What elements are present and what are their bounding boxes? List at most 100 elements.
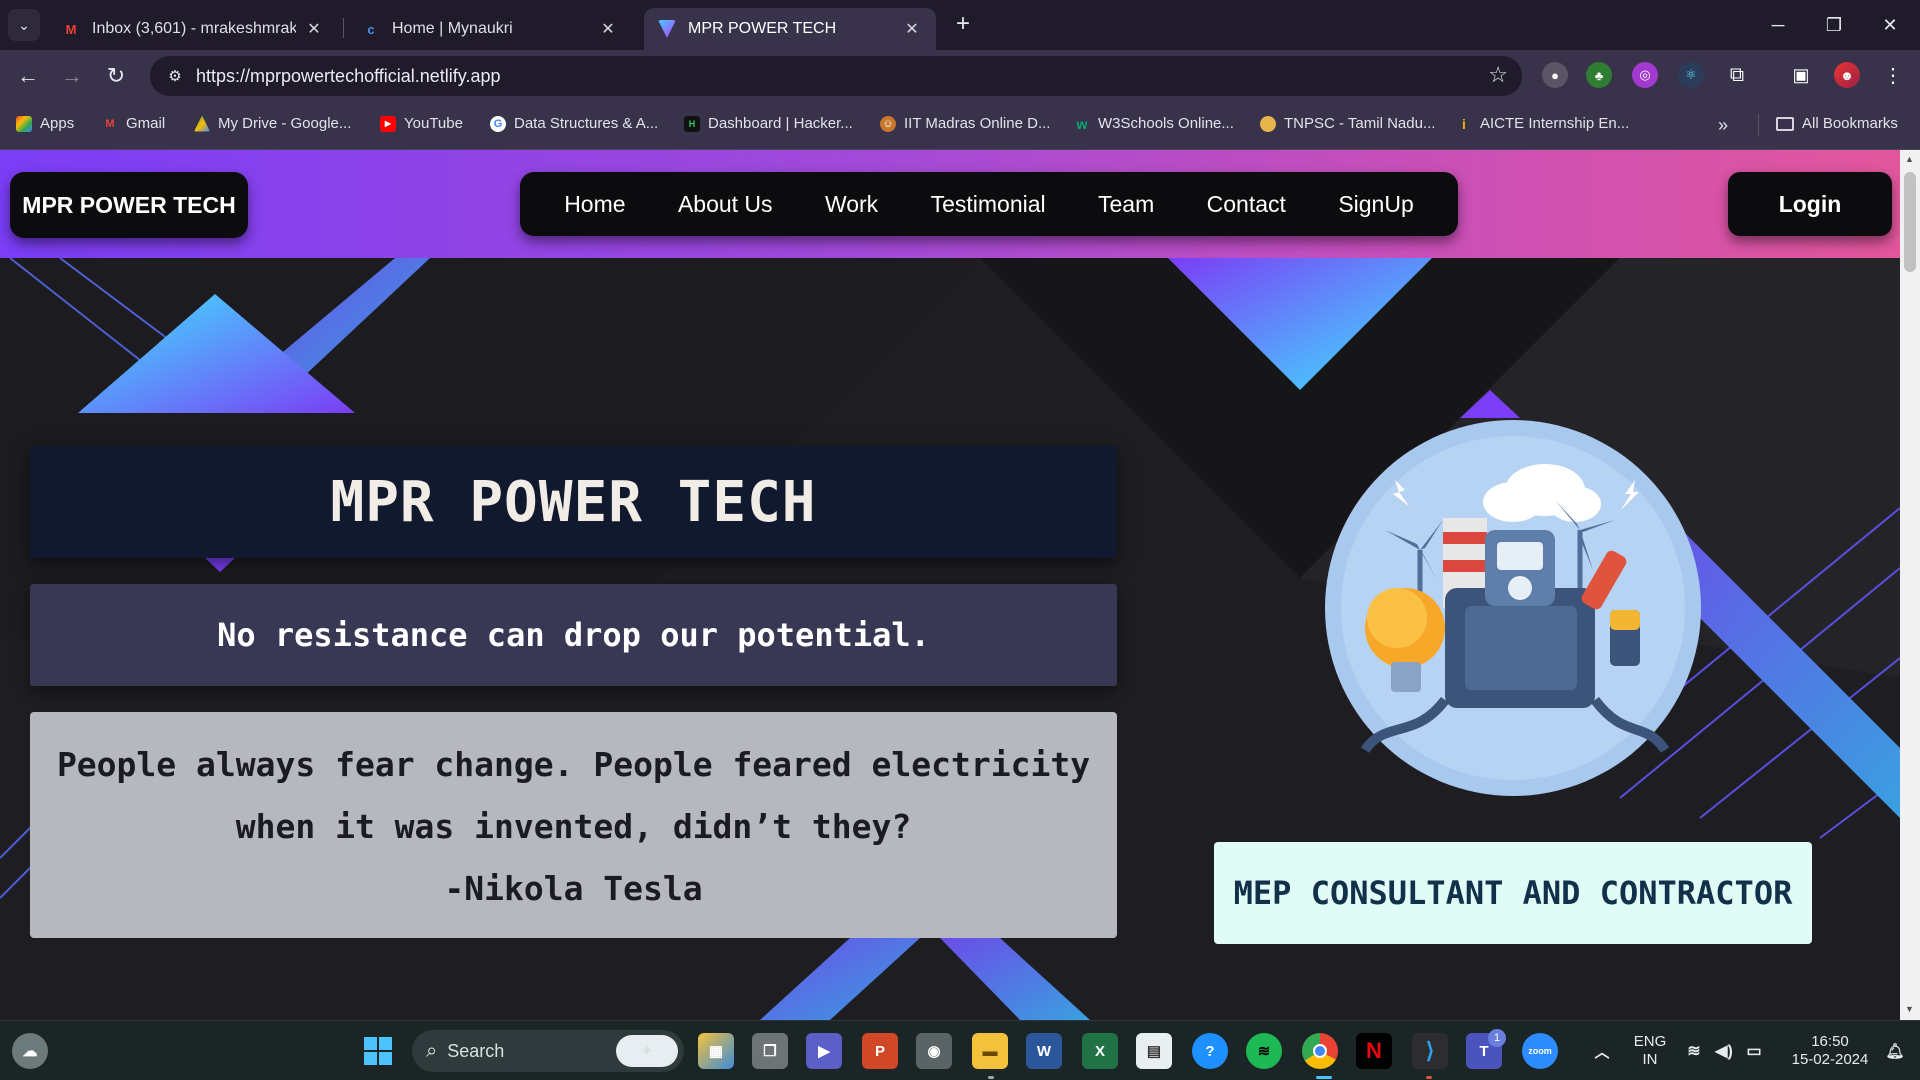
extension-icon[interactable]: ●	[1542, 62, 1568, 88]
tab-mpr-power-tech[interactable]: MPR POWER TECH ✕	[644, 8, 936, 50]
bookmark-w3schools[interactable]: w W3Schools Online...	[1074, 115, 1234, 132]
react-devtools-icon[interactable]: ⚛	[1678, 62, 1704, 88]
scroll-thumb[interactable]	[1904, 172, 1916, 272]
hero-slogan: No resistance can drop our potential.	[30, 584, 1117, 686]
camera-icon[interactable]: ◉	[916, 1033, 952, 1069]
forward-button[interactable]: →	[56, 60, 88, 92]
file-explorer-icon[interactable]: ▬	[972, 1033, 1008, 1069]
youtube-icon: ▶	[380, 115, 396, 132]
more-bookmarks-chevron-icon[interactable]: »	[1718, 115, 1728, 136]
nav-link-work[interactable]: Work	[825, 191, 878, 218]
language-indicator[interactable]: ENG IN	[1630, 1033, 1670, 1069]
clock-time: 16:50	[1811, 1033, 1849, 1050]
menu-dots-icon[interactable]: ⋮	[1880, 62, 1906, 88]
address-bar[interactable]: ⚙ https://mprpowertechofficial.netlify.a…	[150, 56, 1522, 96]
bookmark-label: IIT Madras Online D...	[904, 115, 1051, 132]
new-tab-button[interactable]: +	[948, 10, 978, 40]
help-icon[interactable]: ?	[1192, 1033, 1228, 1069]
widgets-icon[interactable]: ▦	[698, 1033, 734, 1069]
tab-mynaukri[interactable]: c Home | Mynaukri ✕	[348, 8, 632, 50]
teams-meet-icon[interactable]: ▶	[806, 1033, 842, 1069]
tab-gmail[interactable]: M Inbox (3,601) - mrakeshmrakesh ✕	[48, 8, 338, 50]
login-button[interactable]: Login	[1728, 172, 1892, 236]
back-button[interactable]: ←	[12, 60, 44, 92]
google-drive-icon	[194, 115, 210, 132]
bookmark-hackerrank[interactable]: H Dashboard | Hacker...	[684, 115, 853, 132]
active-indicator	[1316, 1076, 1332, 1079]
bookmark-label: Apps	[40, 115, 75, 132]
tree-extension-icon[interactable]: ♣	[1586, 62, 1612, 88]
bookmark-label: YouTube	[404, 115, 463, 132]
electrical-illustration	[1325, 420, 1701, 796]
headphones-extension-icon[interactable]: ◎	[1632, 62, 1658, 88]
close-icon[interactable]: ✕	[598, 19, 618, 39]
word-icon[interactable]: W	[1026, 1033, 1062, 1069]
weather-icon[interactable]: ☁	[12, 1033, 48, 1069]
windows-taskbar: ☁ ⌕ Search ✦ ▦ ❐ ▶ P ◉ ▬ W X ▤ ? ≋ N ⟩ T…	[0, 1020, 1920, 1080]
profile-avatar[interactable]: ☻	[1834, 62, 1860, 88]
scroll-up-arrow-icon[interactable]: ▲	[1905, 154, 1914, 164]
bookmark-label: Dashboard | Hacker...	[708, 115, 853, 132]
bookmark-my-drive[interactable]: My Drive - Google...	[194, 115, 351, 132]
bookmark-gmail[interactable]: M Gmail	[102, 115, 165, 132]
bookmark-star-icon[interactable]: ☆	[1488, 62, 1508, 88]
zoom-icon[interactable]: zoom	[1522, 1033, 1558, 1069]
language-code: ENG	[1633, 1033, 1667, 1050]
all-bookmarks-button[interactable]: All Bookmarks	[1776, 115, 1898, 132]
bookmark-data-structures[interactable]: G Data Structures & A...	[490, 115, 658, 132]
bookmark-label: Gmail	[126, 115, 166, 132]
netflix-icon[interactable]: N	[1356, 1033, 1392, 1069]
bookmarks-separator	[1758, 114, 1759, 136]
gmail-icon: M	[105, 117, 115, 130]
region-code: IN	[1642, 1051, 1658, 1068]
site-brand-logo[interactable]: MPR POWER TECH	[10, 172, 248, 238]
wifi-icon[interactable]: ≋	[1680, 1033, 1708, 1069]
task-view-icon[interactable]: ❐	[752, 1033, 788, 1069]
clock[interactable]: 16:50 15-02-2024	[1780, 1033, 1880, 1069]
nav-link-about-us[interactable]: About Us	[678, 191, 773, 218]
battery-icon[interactable]: ▭	[1740, 1033, 1768, 1069]
volume-icon[interactable]: ◀)	[1710, 1033, 1738, 1069]
running-indicator	[988, 1076, 994, 1079]
url-text[interactable]: https://mprpowertechofficial.netlify.app	[196, 66, 501, 87]
chrome-icon[interactable]	[1302, 1033, 1338, 1069]
chevron-up-icon[interactable]: ︿	[1584, 1033, 1620, 1069]
close-icon[interactable]: ✕	[902, 19, 922, 39]
extensions-puzzle-icon[interactable]: ⧉	[1724, 62, 1750, 88]
close-window-button[interactable]: ✕	[1862, 0, 1918, 50]
running-indicator	[1426, 1076, 1432, 1079]
side-panel-icon[interactable]: ▣	[1788, 62, 1814, 88]
nav-link-contact[interactable]: Contact	[1207, 191, 1286, 218]
bookmark-iit-madras[interactable]: ☺ IIT Madras Online D...	[880, 115, 1050, 132]
close-icon[interactable]: ✕	[304, 19, 324, 39]
bookmark-tnpsc[interactable]: TNPSC - Tamil Nadu...	[1260, 115, 1435, 132]
web-page: MPR POWER TECH Home About Us Work Testim…	[0, 150, 1900, 1020]
restore-button[interactable]: ❐	[1806, 0, 1862, 50]
bookmark-youtube[interactable]: ▶ YouTube	[380, 115, 463, 132]
bookmark-aicte[interactable]: i AICTE Internship En...	[1456, 115, 1629, 132]
site-info-icon[interactable]: ⚙	[160, 61, 190, 91]
nav-link-testimonial[interactable]: Testimonial	[931, 191, 1046, 218]
tab-search-button[interactable]: ⌄	[8, 9, 40, 41]
minimize-button[interactable]: ─	[1750, 0, 1806, 50]
search-placeholder: Search	[447, 1040, 505, 1061]
copilot-icon[interactable]: ✦	[616, 1035, 678, 1067]
taskbar-search-box[interactable]: ⌕ Search ✦	[412, 1030, 684, 1072]
nav-link-signup[interactable]: SignUp	[1338, 191, 1413, 218]
notification-bell-icon[interactable]: 🔔︎	[1880, 1033, 1910, 1069]
vscode-icon[interactable]: ⟩	[1412, 1033, 1448, 1069]
browser-toolbar: ← → ↻ ⚙ https://mprpowertechofficial.net…	[0, 50, 1920, 100]
nav-link-team[interactable]: Team	[1098, 191, 1154, 218]
reload-button[interactable]: ↻	[100, 60, 132, 92]
microsoft-store-icon[interactable]: ▤	[1136, 1033, 1172, 1069]
bookmark-apps[interactable]: Apps	[16, 115, 74, 132]
nav-link-home[interactable]: Home	[564, 191, 625, 218]
page-scrollbar[interactable]: ▲ ▼	[1900, 150, 1920, 1020]
arrow-left-icon: ←	[17, 63, 39, 88]
windows-start-icon[interactable]	[360, 1033, 396, 1069]
spotify-icon[interactable]: ≋	[1246, 1033, 1282, 1069]
excel-icon[interactable]: X	[1082, 1033, 1118, 1069]
scroll-down-arrow-icon[interactable]: ▼	[1905, 1004, 1914, 1014]
powerpoint-icon[interactable]: P	[862, 1033, 898, 1069]
gmail-icon: M	[65, 21, 77, 37]
